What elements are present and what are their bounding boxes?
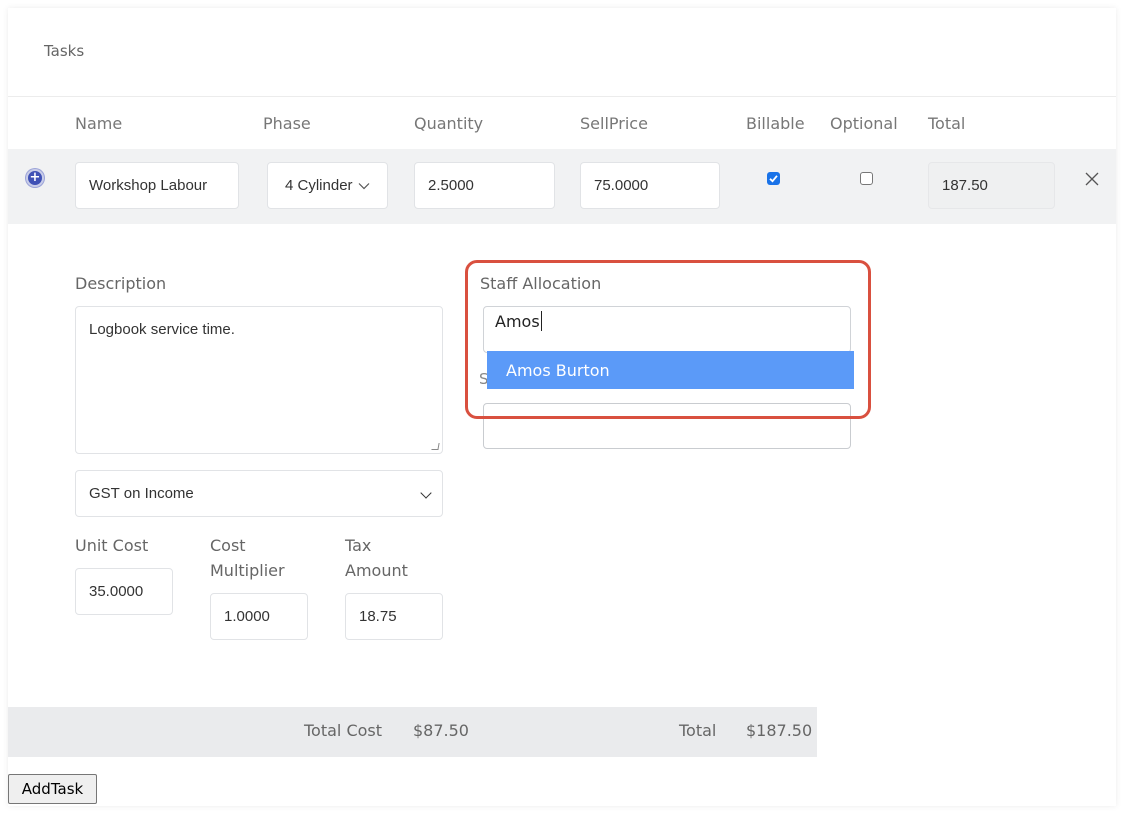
optional-checkbox[interactable] [860,172,873,185]
description-textarea[interactable]: Logbook service time. [75,306,443,454]
highlight-annotation [465,260,871,419]
column-header-total: Total [928,114,966,133]
phase-select[interactable]: 4 Cylinder [267,162,388,209]
total-cost-label: Total Cost [304,721,383,740]
task-row: + Workshop Labour 4 Cylinder 2.5000 75.0… [8,149,1116,224]
column-header-optional: Optional [830,114,898,133]
add-task-button[interactable]: AddTask [8,774,97,804]
tasks-card: Tasks Name Phase Quantity SellPrice Bill… [8,8,1116,806]
column-header-phase: Phase [263,114,311,133]
cost-multiplier-label-line2: Multiplier [210,561,285,580]
task-name-input[interactable]: Workshop Labour [75,162,239,209]
unit-cost-label: Unit Cost [75,536,149,555]
description-label: Description [75,274,167,293]
cost-multiplier-input[interactable]: 1.0000 [210,593,308,640]
totals-bar: Total Cost $87.50 Total $187.50 [8,707,817,757]
quantity-input[interactable]: 2.5000 [414,162,555,209]
expand-plus-icon[interactable]: + [26,169,44,187]
total-cost-value: $87.50 [413,721,469,740]
billable-checkbox[interactable] [767,172,780,185]
total-label: Total [679,721,717,740]
description-text: Logbook service time. [89,321,235,338]
card-title: Tasks [44,42,85,60]
phase-select-value: 4 Cylinder [285,177,353,194]
chevron-down-icon [358,182,369,189]
checkmark-icon [769,175,778,183]
tax-amount-label: Tax [345,536,372,555]
total-value: $187.50 [746,721,813,740]
sellprice-input[interactable]: 75.0000 [580,162,720,209]
tax-amount-input[interactable]: 18.75 [345,593,443,640]
unit-cost-input[interactable]: 35.0000 [75,568,173,615]
close-icon[interactable] [1082,169,1102,189]
resize-handle-icon[interactable] [431,443,440,450]
cost-multiplier-label: Cost [210,536,246,555]
tax-amount-label-line2: Amount [345,561,408,580]
chevron-down-icon [420,487,432,499]
task-total-field: 187.50 [928,162,1055,209]
tax-select[interactable]: GST on Income [75,470,443,517]
tax-select-value: GST on Income [89,485,194,502]
column-header-name: Name [75,114,123,133]
divider [8,96,1116,97]
column-header-billable: Billable [746,114,805,133]
column-header-sellprice: SellPrice [580,114,648,133]
column-header-quantity: Quantity [414,114,484,133]
